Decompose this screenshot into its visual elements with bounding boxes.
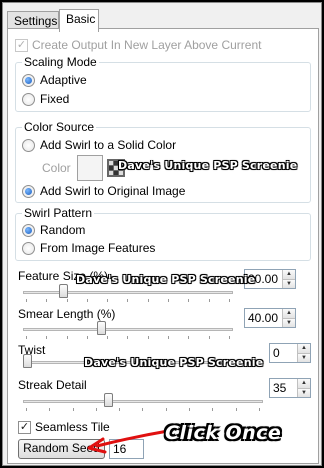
spin-up-icon[interactable]: ▲ [283, 270, 295, 279]
spin-up-icon[interactable]: ▲ [298, 379, 310, 388]
color-swatch[interactable] [76, 155, 103, 181]
feature-size-track[interactable] [23, 291, 233, 294]
streak-detail-value[interactable]: 35 [270, 379, 297, 397]
twist-track[interactable] [23, 361, 263, 364]
create-output-label: Create Output In New Layer Above Current [32, 38, 262, 52]
slider-ticks [26, 336, 230, 340]
smear-length-track[interactable] [23, 328, 233, 331]
radio-unselected-icon [22, 92, 35, 106]
scaling-mode-title: Scaling Mode [22, 55, 99, 69]
radio-adaptive-label: Adaptive [40, 73, 87, 87]
smear-length-spinbox[interactable]: 40.00 ▲ ▼ [244, 308, 296, 328]
radio-fixed[interactable]: Fixed [22, 92, 69, 106]
feature-size-value[interactable]: 20.00 [245, 270, 282, 288]
spin-down-icon[interactable]: ▼ [298, 352, 310, 362]
color-label: Color [42, 161, 71, 175]
swirl-pattern-group: Swirl Pattern Random From Image Features [15, 206, 311, 261]
radio-original-image[interactable]: Add Swirl to Original Image [22, 184, 185, 198]
palette-icon[interactable] [106, 159, 125, 177]
streak-detail-label: Streak Detail [18, 378, 87, 392]
spin-down-icon[interactable]: ▼ [283, 278, 295, 288]
color-source-group: Color Source Add Swirl to a Solid Color … [15, 120, 311, 203]
streak-detail-spinbox[interactable]: 35 ▲ ▼ [269, 378, 311, 398]
dialog-frame: Settings Basic ✓ Create Output In New La… [2, 2, 322, 466]
streak-detail-track[interactable] [23, 400, 263, 403]
radio-selected-icon [22, 73, 35, 87]
radio-image-features[interactable]: From Image Features [22, 241, 155, 255]
feature-size-thumb[interactable] [59, 284, 69, 298]
smear-length-value[interactable]: 40.00 [245, 309, 282, 327]
radio-random[interactable]: Random [22, 223, 85, 237]
smear-length-thumb[interactable] [97, 321, 107, 335]
radio-selected-icon [22, 184, 35, 198]
click-once-callout: Click Once [165, 422, 282, 444]
spin-down-icon[interactable]: ▼ [298, 387, 310, 397]
radio-solid-color[interactable]: Add Swirl to a Solid Color [22, 138, 176, 152]
feature-size-spinbox[interactable]: 20.00 ▲ ▼ [244, 269, 296, 289]
radio-adaptive[interactable]: Adaptive [22, 73, 87, 87]
radio-image-features-label: From Image Features [40, 241, 156, 255]
radio-fixed-label: Fixed [40, 92, 70, 106]
smear-length-label: Smear Length (%) [18, 307, 116, 321]
color-source-title: Color Source [22, 120, 97, 134]
feature-size-label: Feature Size (%) [18, 269, 109, 283]
checkmark-icon: ✓ [18, 420, 31, 434]
spin-up-icon[interactable]: ▲ [298, 344, 310, 353]
slider-ticks [26, 299, 230, 303]
radio-random-label: Random [40, 223, 86, 237]
radio-selected-icon [22, 223, 35, 237]
red-arrow-icon [87, 429, 170, 454]
swirl-pattern-title: Swirl Pattern [22, 206, 95, 220]
create-output-checkbox[interactable]: ✓ Create Output In New Layer Above Curre… [15, 38, 261, 52]
scaling-mode-group: Scaling Mode Adaptive Fixed [15, 55, 311, 112]
radio-unselected-icon [22, 138, 35, 152]
streak-detail-thumb[interactable] [103, 393, 113, 407]
spin-down-icon[interactable]: ▼ [283, 317, 295, 327]
tab-basic[interactable]: Basic [59, 9, 99, 32]
basic-tab-panel: ✓ Create Output In New Layer Above Curre… [7, 28, 319, 464]
twist-value[interactable]: 0 [270, 344, 297, 362]
radio-original-image-label: Add Swirl to Original Image [40, 184, 186, 198]
radio-solid-color-label: Add Swirl to a Solid Color [40, 138, 177, 152]
color-picker-row: Color [42, 155, 125, 181]
twist-thumb[interactable] [23, 354, 32, 368]
slider-ticks [26, 408, 260, 412]
radio-unselected-icon [22, 241, 35, 255]
spin-up-icon[interactable]: ▲ [283, 309, 295, 318]
checkmark-icon: ✓ [15, 38, 28, 52]
twist-spinbox[interactable]: 0 ▲ ▼ [269, 343, 311, 363]
